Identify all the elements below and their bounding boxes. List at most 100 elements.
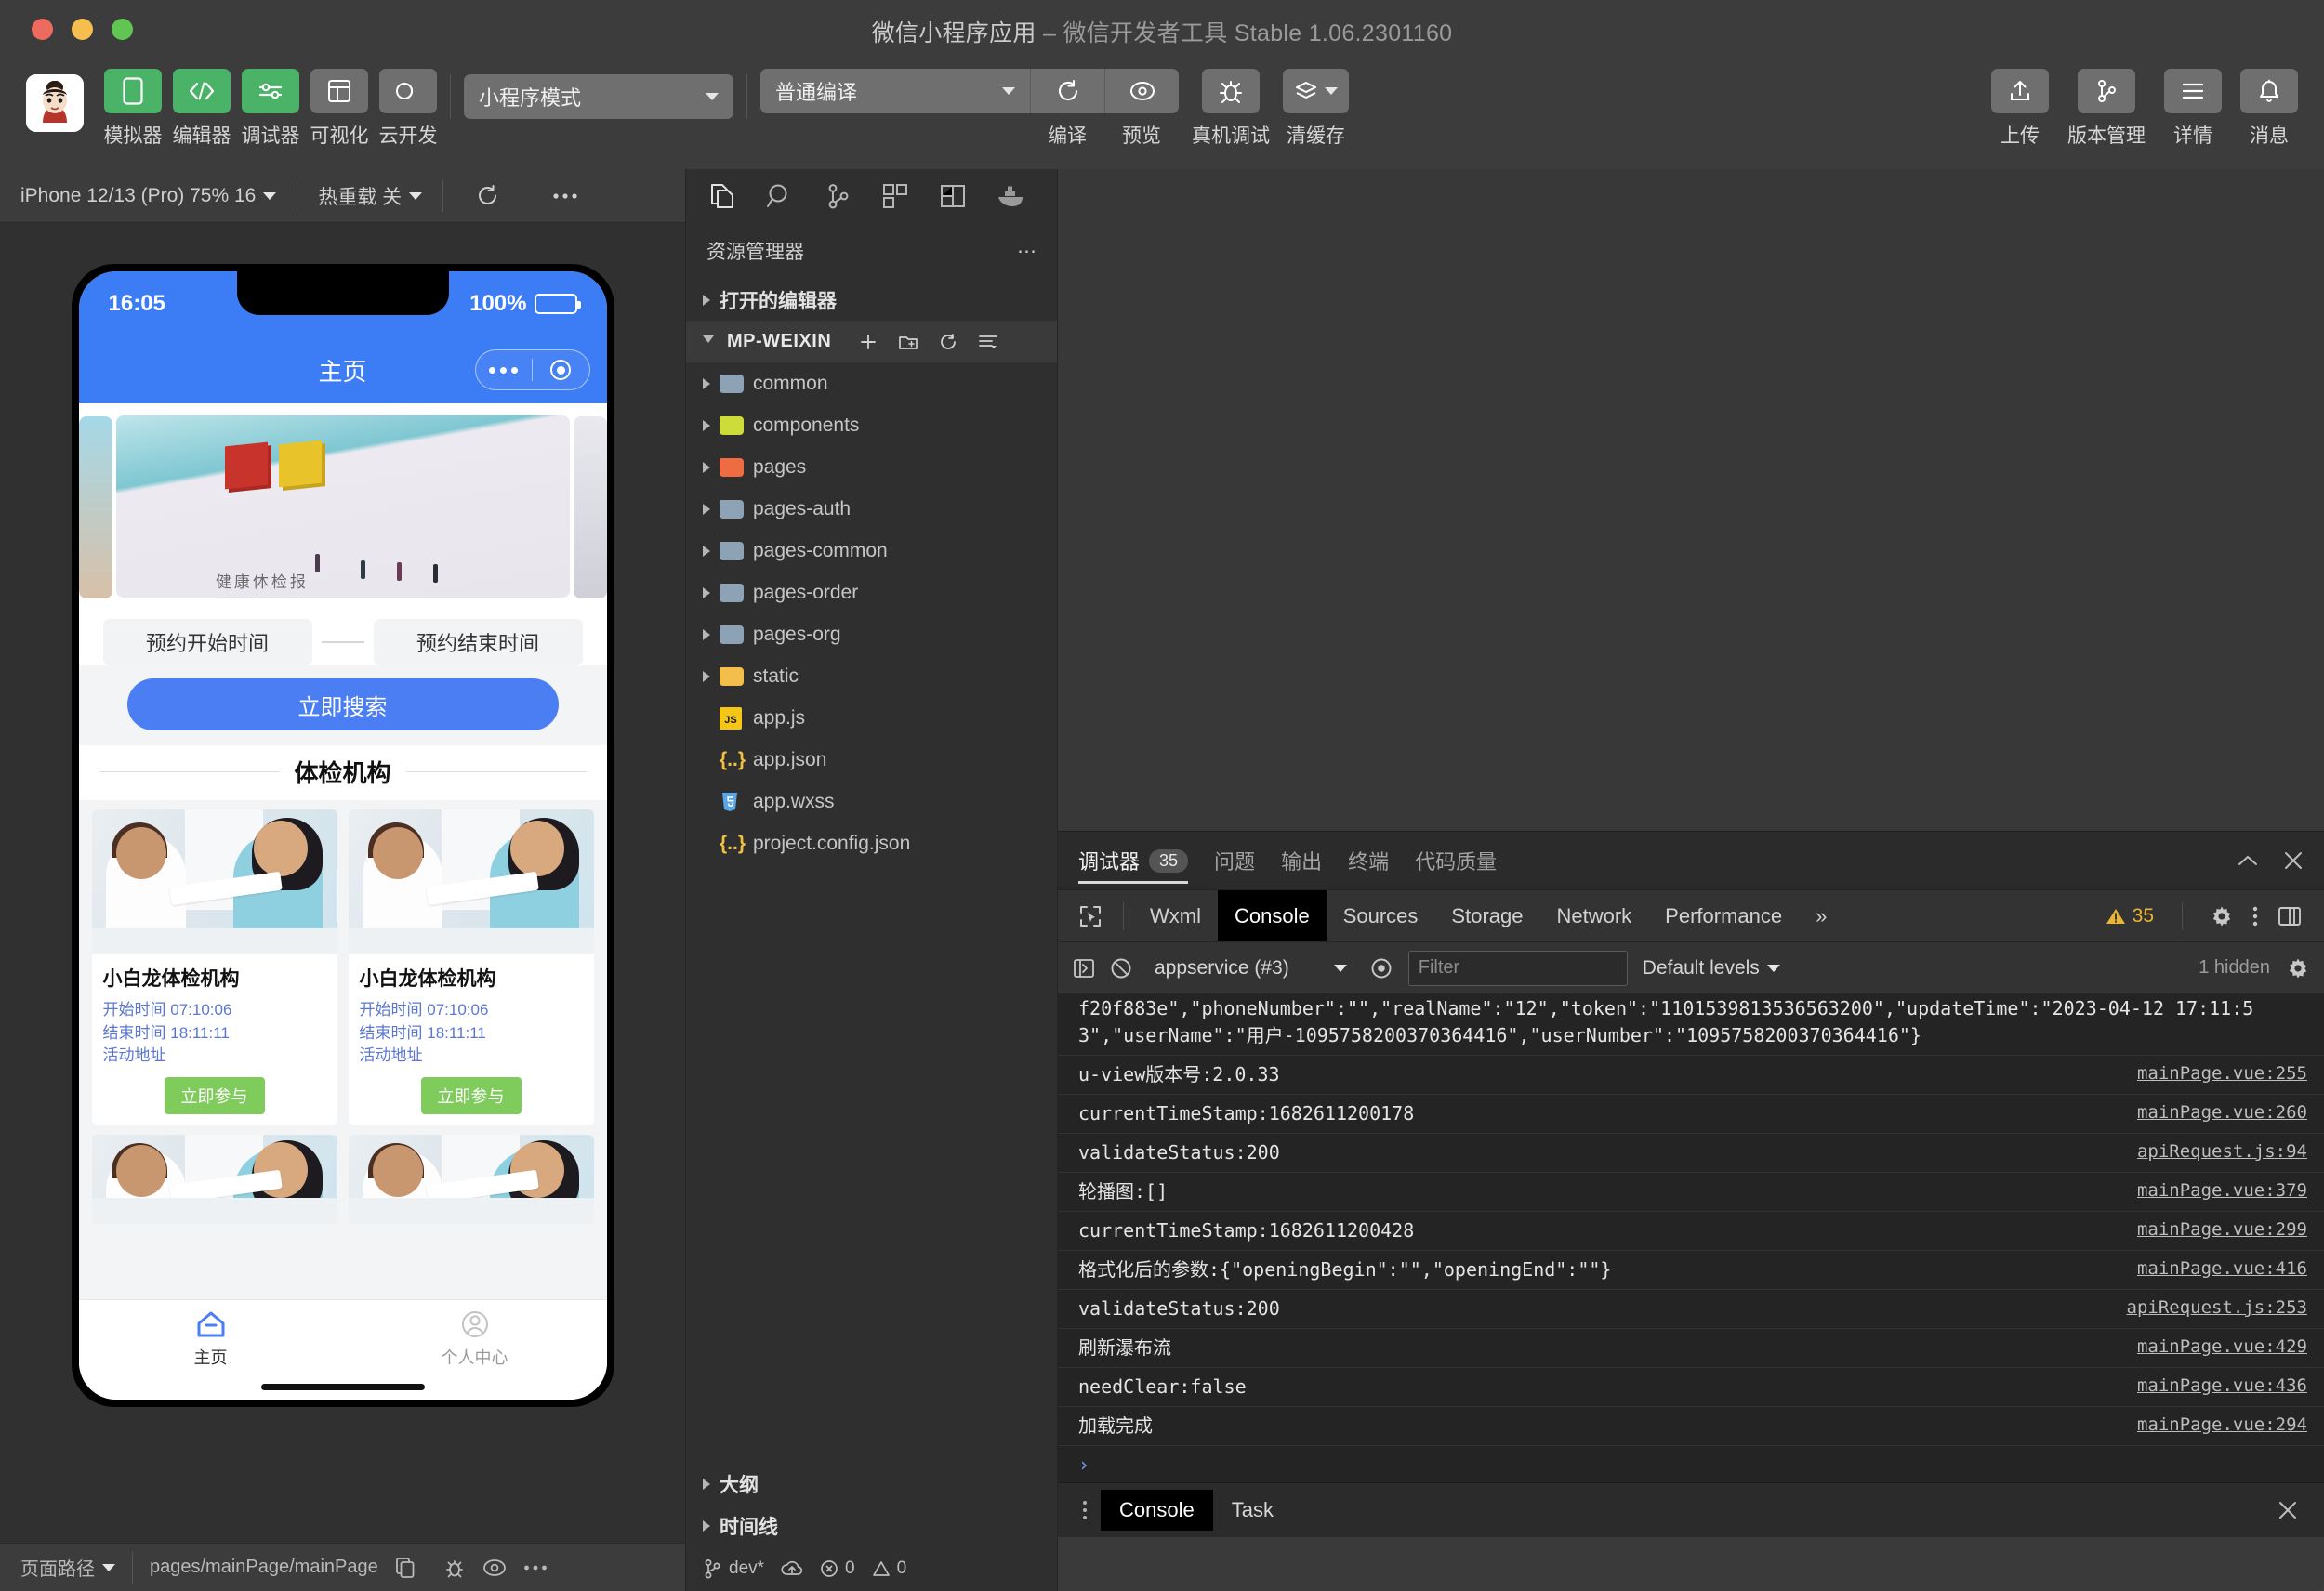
drawer-tab-console[interactable]: Console	[1101, 1490, 1213, 1531]
warning-badge[interactable]: 35	[2106, 905, 2154, 927]
institution-card[interactable]	[348, 1134, 594, 1224]
messages-button[interactable]	[2240, 69, 2298, 113]
wechat-capsule[interactable]	[474, 349, 590, 390]
console-log-row[interactable]: validateStatus:200 apiRequest.js:94	[1058, 1134, 2324, 1173]
console-log-row[interactable]: 轮播图:[] mainPage.vue:379	[1058, 1173, 2324, 1212]
upload-button[interactable]	[1991, 69, 2049, 113]
more-icon[interactable]	[523, 1564, 548, 1571]
join-button[interactable]: 立即参与	[420, 1076, 522, 1114]
docker-icon[interactable]	[982, 169, 1039, 223]
compile-button[interactable]	[1030, 69, 1104, 113]
hot-reload-select[interactable]: 热重载 关	[297, 169, 442, 222]
timeline-row[interactable]: 时间线	[686, 1505, 1057, 1546]
console-context-select[interactable]: appservice (#3)	[1147, 957, 1354, 980]
end-time-input[interactable]: 预约结束时间	[373, 619, 583, 665]
tree-item-pages[interactable]: pages	[686, 446, 1057, 488]
tree-item-pages-order[interactable]: pages-order	[686, 572, 1057, 613]
capsule-close-icon[interactable]	[533, 360, 589, 380]
tree-item-pages-auth[interactable]: pages-auth	[686, 488, 1057, 530]
search-button[interactable]: 立即搜索	[126, 678, 559, 730]
split-icon[interactable]	[924, 169, 982, 223]
devtools-tab-performance[interactable]: Performance	[1648, 890, 1799, 941]
devtools-tab-wxml[interactable]: Wxml	[1133, 890, 1218, 941]
kebab-icon[interactable]	[1069, 1501, 1101, 1519]
console-log-source[interactable]: mainPage.vue:260	[2137, 1100, 2307, 1126]
console-sidebar-icon[interactable]	[1073, 957, 1095, 980]
toolbar-button-cloud[interactable]: 云开发	[379, 69, 438, 149]
console-filter-input[interactable]: Filter	[1407, 950, 1628, 986]
console-prompt[interactable]: ›	[1058, 1446, 2324, 1482]
drawer-tab-task[interactable]: Task	[1213, 1490, 1292, 1531]
extensions-icon[interactable]	[866, 169, 924, 223]
mode-select[interactable]: 小程序模式	[464, 74, 733, 119]
explorer-more-icon[interactable]: ⋯	[1017, 240, 1037, 263]
start-time-input[interactable]: 预约开始时间	[102, 619, 312, 665]
toolbar-button-debugger[interactable]: 调试器	[242, 69, 300, 149]
console-log-source[interactable]: mainPage.vue:429	[2137, 1335, 2307, 1361]
version-control-button[interactable]	[2078, 69, 2135, 113]
copy-icon[interactable]	[395, 1557, 416, 1579]
editor-area[interactable]	[1058, 169, 2324, 831]
institution-card[interactable]	[91, 1134, 337, 1224]
capsule-more-icon[interactable]	[476, 366, 533, 374]
new-folder-icon[interactable]	[898, 333, 918, 351]
error-count[interactable]: 0	[820, 1558, 855, 1579]
console-log-source[interactable]: mainPage.vue:436	[2137, 1374, 2307, 1400]
console-log-row[interactable]: validateStatus:200 apiRequest.js:253	[1058, 1290, 2324, 1329]
toolbar-button-editor[interactable]: 编辑器	[173, 69, 231, 149]
console-log-source[interactable]: mainPage.vue:294	[2137, 1413, 2307, 1439]
clear-console-icon[interactable]	[1110, 957, 1132, 980]
phone-screen[interactable]: 16:05 100% 主页 健康体检报 预约开始时间 预约结束时间 立即搜索 体…	[78, 271, 607, 1400]
panel-tab-terminal[interactable]: 终端	[1348, 832, 1389, 889]
tree-item-common[interactable]: common	[686, 362, 1057, 404]
simulator-more-button[interactable]	[532, 169, 599, 222]
search-icon[interactable]	[751, 169, 809, 223]
panel-tab-debugger[interactable]: 调试器 35	[1078, 832, 1189, 889]
console-log-list[interactable]: f20f883e","phoneNumber":"","realName":"1…	[1058, 993, 2324, 1482]
tree-item-pages-common[interactable]: pages-common	[686, 530, 1057, 572]
devtools-tab-console[interactable]: Console	[1217, 890, 1327, 941]
tab-home[interactable]: 主页	[79, 1309, 343, 1369]
banner-swiper[interactable]: 健康体检报	[78, 403, 607, 610]
console-log-row[interactable]: currentTimeStamp:1682611200428 mainPage.…	[1058, 1212, 2324, 1251]
user-avatar[interactable]	[26, 74, 84, 132]
device-select[interactable]: iPhone 12/13 (Pro) 75% 16	[0, 169, 297, 222]
tree-item-pages-org[interactable]: pages-org	[686, 613, 1057, 655]
sync-icon[interactable]	[781, 1559, 803, 1578]
eye-icon[interactable]	[482, 1558, 507, 1578]
console-log-source[interactable]: mainPage.vue:255	[2137, 1061, 2307, 1087]
devtools-tab-storage[interactable]: Storage	[1434, 890, 1539, 941]
new-file-icon[interactable]	[859, 333, 878, 351]
console-log-source[interactable]: mainPage.vue:379	[2137, 1178, 2307, 1204]
devtools-tab-network[interactable]: Network	[1539, 890, 1648, 941]
console-log-source[interactable]: apiRequest.js:253	[2127, 1295, 2307, 1321]
bug-icon[interactable]	[443, 1557, 466, 1579]
console-log-row[interactable]: f20f883e","phoneNumber":"","realName":"1…	[1058, 993, 2324, 1056]
panel-tab-problems[interactable]: 问题	[1214, 832, 1255, 889]
tree-item-app-json[interactable]: {..} app.json	[686, 739, 1057, 781]
compile-select[interactable]: 普通编译	[760, 69, 1030, 113]
devtools-tab-overflow[interactable]: »	[1799, 890, 1843, 941]
console-log-row[interactable]: u-view版本号:2.0.33 mainPage.vue:255	[1058, 1056, 2324, 1095]
warning-count[interactable]: 0	[872, 1558, 906, 1579]
details-button[interactable]	[2164, 69, 2222, 113]
console-log-row[interactable]: 加载完成 mainPage.vue:294	[1058, 1407, 2324, 1446]
console-log-row[interactable]: needClear:false mainPage.vue:436	[1058, 1368, 2324, 1407]
console-log-row[interactable]: 格式化后的参数:{"openingBegin":"","openingEnd":…	[1058, 1251, 2324, 1290]
toolbar-button-visual[interactable]: 可视化	[310, 69, 369, 149]
inspect-icon[interactable]	[1067, 890, 1114, 941]
page-path-select[interactable]: 页面路径	[20, 1554, 115, 1581]
console-log-row[interactable]: 刷新瀑布流 mainPage.vue:429	[1058, 1329, 2324, 1368]
dock-icon[interactable]	[2278, 905, 2302, 927]
banner-slide[interactable]: 健康体检报	[115, 415, 570, 598]
console-log-source[interactable]: mainPage.vue:416	[2137, 1256, 2307, 1282]
institution-card[interactable]: 小白龙体检机构 开始时间 07:10:06 结束时间 18:11:11 活动地址	[91, 809, 337, 1125]
panel-tab-code-quality[interactable]: 代码质量	[1415, 832, 1497, 889]
close-icon[interactable]	[2283, 850, 2304, 871]
console-levels-select[interactable]: Default levels	[1643, 957, 1780, 980]
gear-icon[interactable]	[2211, 905, 2233, 927]
branch-indicator[interactable]: dev*	[703, 1558, 764, 1579]
panel-tab-output[interactable]: 输出	[1281, 832, 1322, 889]
chevron-up-icon[interactable]	[2237, 853, 2259, 868]
drawer-close-icon[interactable]	[2278, 1500, 2313, 1520]
